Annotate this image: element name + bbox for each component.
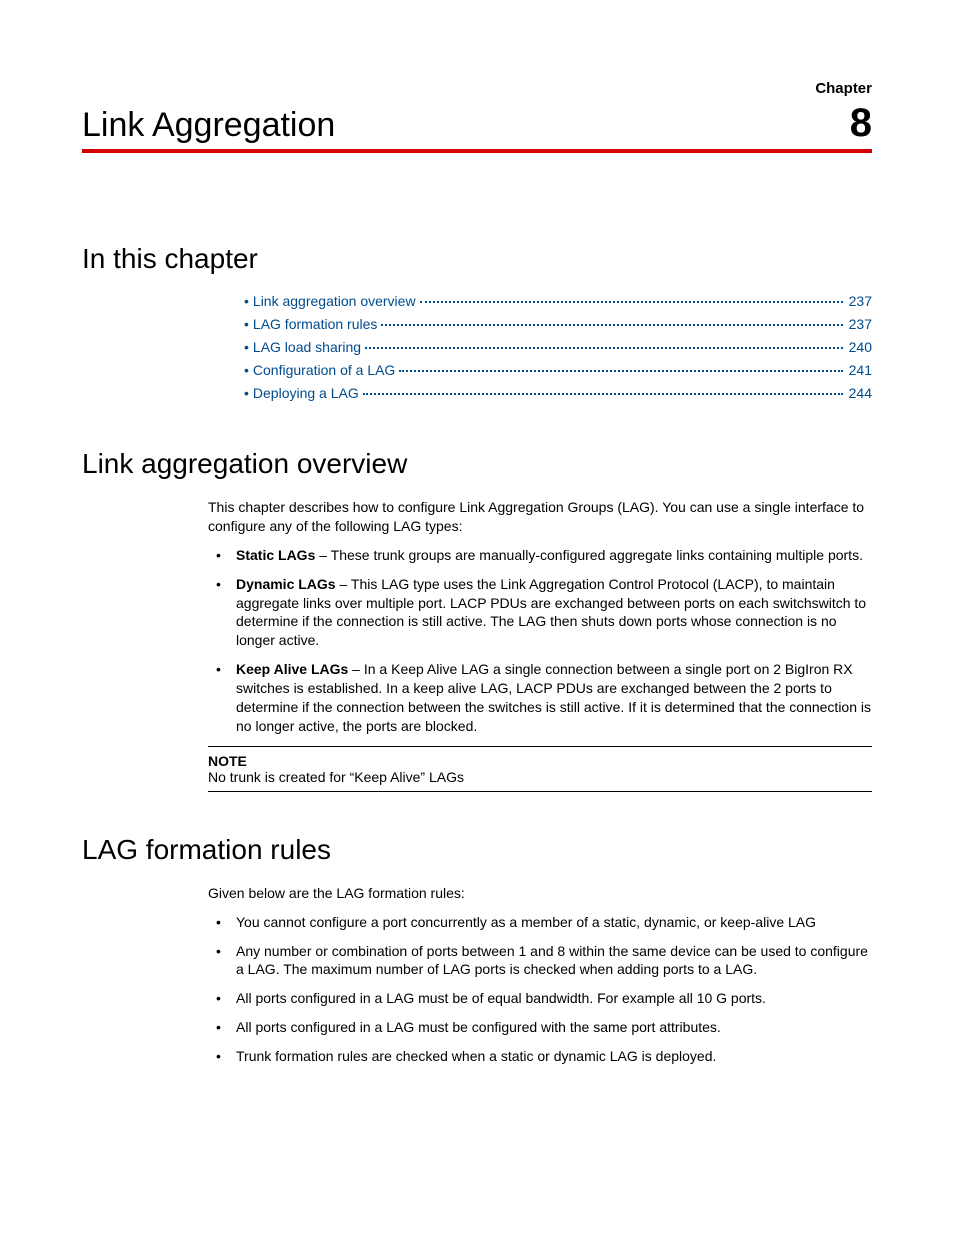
chapter-title: Link Aggregation bbox=[82, 106, 335, 145]
bullet-icon: • bbox=[244, 293, 249, 309]
bullet-icon: • bbox=[244, 362, 249, 378]
item-bold: Static LAGs bbox=[236, 547, 315, 563]
list-item: All ports configured in a LAG must be co… bbox=[208, 1018, 872, 1037]
toc-page: 237 bbox=[849, 316, 872, 332]
rules-list: You cannot configure a port concurrently… bbox=[208, 913, 872, 1066]
toc-label: Deploying a LAG bbox=[253, 385, 359, 401]
item-bold: Dynamic LAGs bbox=[236, 576, 336, 592]
toc-label: LAG formation rules bbox=[253, 316, 378, 332]
toc-page: 240 bbox=[849, 339, 872, 355]
list-item: All ports configured in a LAG must be of… bbox=[208, 989, 872, 1008]
heading-rules: LAG formation rules bbox=[82, 834, 872, 866]
toc-leader-dots bbox=[381, 324, 842, 326]
heading-in-this-chapter: In this chapter bbox=[82, 243, 872, 275]
item-text: Trunk formation rules are checked when a… bbox=[236, 1048, 716, 1064]
note-block: NOTE No trunk is created for “Keep Alive… bbox=[208, 746, 872, 792]
toc-page: 244 bbox=[849, 385, 872, 401]
overview-list: Static LAGs – These trunk groups are man… bbox=[208, 546, 872, 736]
bullet-icon: • bbox=[244, 385, 249, 401]
toc-leader-dots bbox=[420, 301, 843, 303]
toc-label: Configuration of a LAG bbox=[253, 362, 395, 378]
toc-label: LAG load sharing bbox=[253, 339, 361, 355]
note-text: No trunk is created for “Keep Alive” LAG… bbox=[208, 769, 872, 785]
heading-overview: Link aggregation overview bbox=[82, 448, 872, 480]
toc-leader-dots bbox=[365, 347, 843, 349]
toc-leader-dots bbox=[363, 393, 843, 395]
toc-label: Link aggregation overview bbox=[253, 293, 416, 309]
bullet-icon: • bbox=[244, 339, 249, 355]
chapter-title-row: Link Aggregation 8 bbox=[82, 103, 872, 153]
chapter-label: Chapter bbox=[82, 80, 872, 97]
item-text: – These trunk groups are manually-config… bbox=[315, 547, 863, 563]
chapter-number: 8 bbox=[850, 103, 872, 143]
item-text: All ports configured in a LAG must be of… bbox=[236, 990, 766, 1006]
toc-item[interactable]: • Deploying a LAG 244 bbox=[244, 385, 872, 402]
bullet-icon: • bbox=[244, 316, 249, 332]
list-item: Trunk formation rules are checked when a… bbox=[208, 1047, 872, 1066]
toc-leader-dots bbox=[399, 370, 842, 372]
list-item: Any number or combination of ports betwe… bbox=[208, 942, 872, 980]
overview-body: This chapter describes how to configure … bbox=[208, 498, 872, 736]
note-label: NOTE bbox=[208, 753, 872, 769]
list-item: Static LAGs – These trunk groups are man… bbox=[208, 546, 872, 565]
toc-item[interactable]: • Configuration of a LAG 241 bbox=[244, 362, 872, 379]
toc-page: 241 bbox=[849, 362, 872, 378]
toc-item[interactable]: • Link aggregation overview 237 bbox=[244, 293, 872, 310]
table-of-contents: • Link aggregation overview 237 • LAG fo… bbox=[244, 293, 872, 402]
item-text: All ports configured in a LAG must be co… bbox=[236, 1019, 721, 1035]
item-bold: Keep Alive LAGs bbox=[236, 661, 348, 677]
list-item: You cannot configure a port concurrently… bbox=[208, 913, 872, 932]
toc-page: 237 bbox=[849, 293, 872, 309]
rules-intro: Given below are the LAG formation rules: bbox=[208, 884, 872, 903]
toc-item[interactable]: • LAG load sharing 240 bbox=[244, 339, 872, 356]
toc-item[interactable]: • LAG formation rules 237 bbox=[244, 316, 872, 333]
list-item: Dynamic LAGs – This LAG type uses the Li… bbox=[208, 575, 872, 651]
list-item: Keep Alive LAGs – In a Keep Alive LAG a … bbox=[208, 660, 872, 736]
item-text: You cannot configure a port concurrently… bbox=[236, 914, 816, 930]
rules-body: Given below are the LAG formation rules:… bbox=[208, 884, 872, 1066]
item-text: Any number or combination of ports betwe… bbox=[236, 943, 868, 978]
overview-intro: This chapter describes how to configure … bbox=[208, 498, 872, 536]
